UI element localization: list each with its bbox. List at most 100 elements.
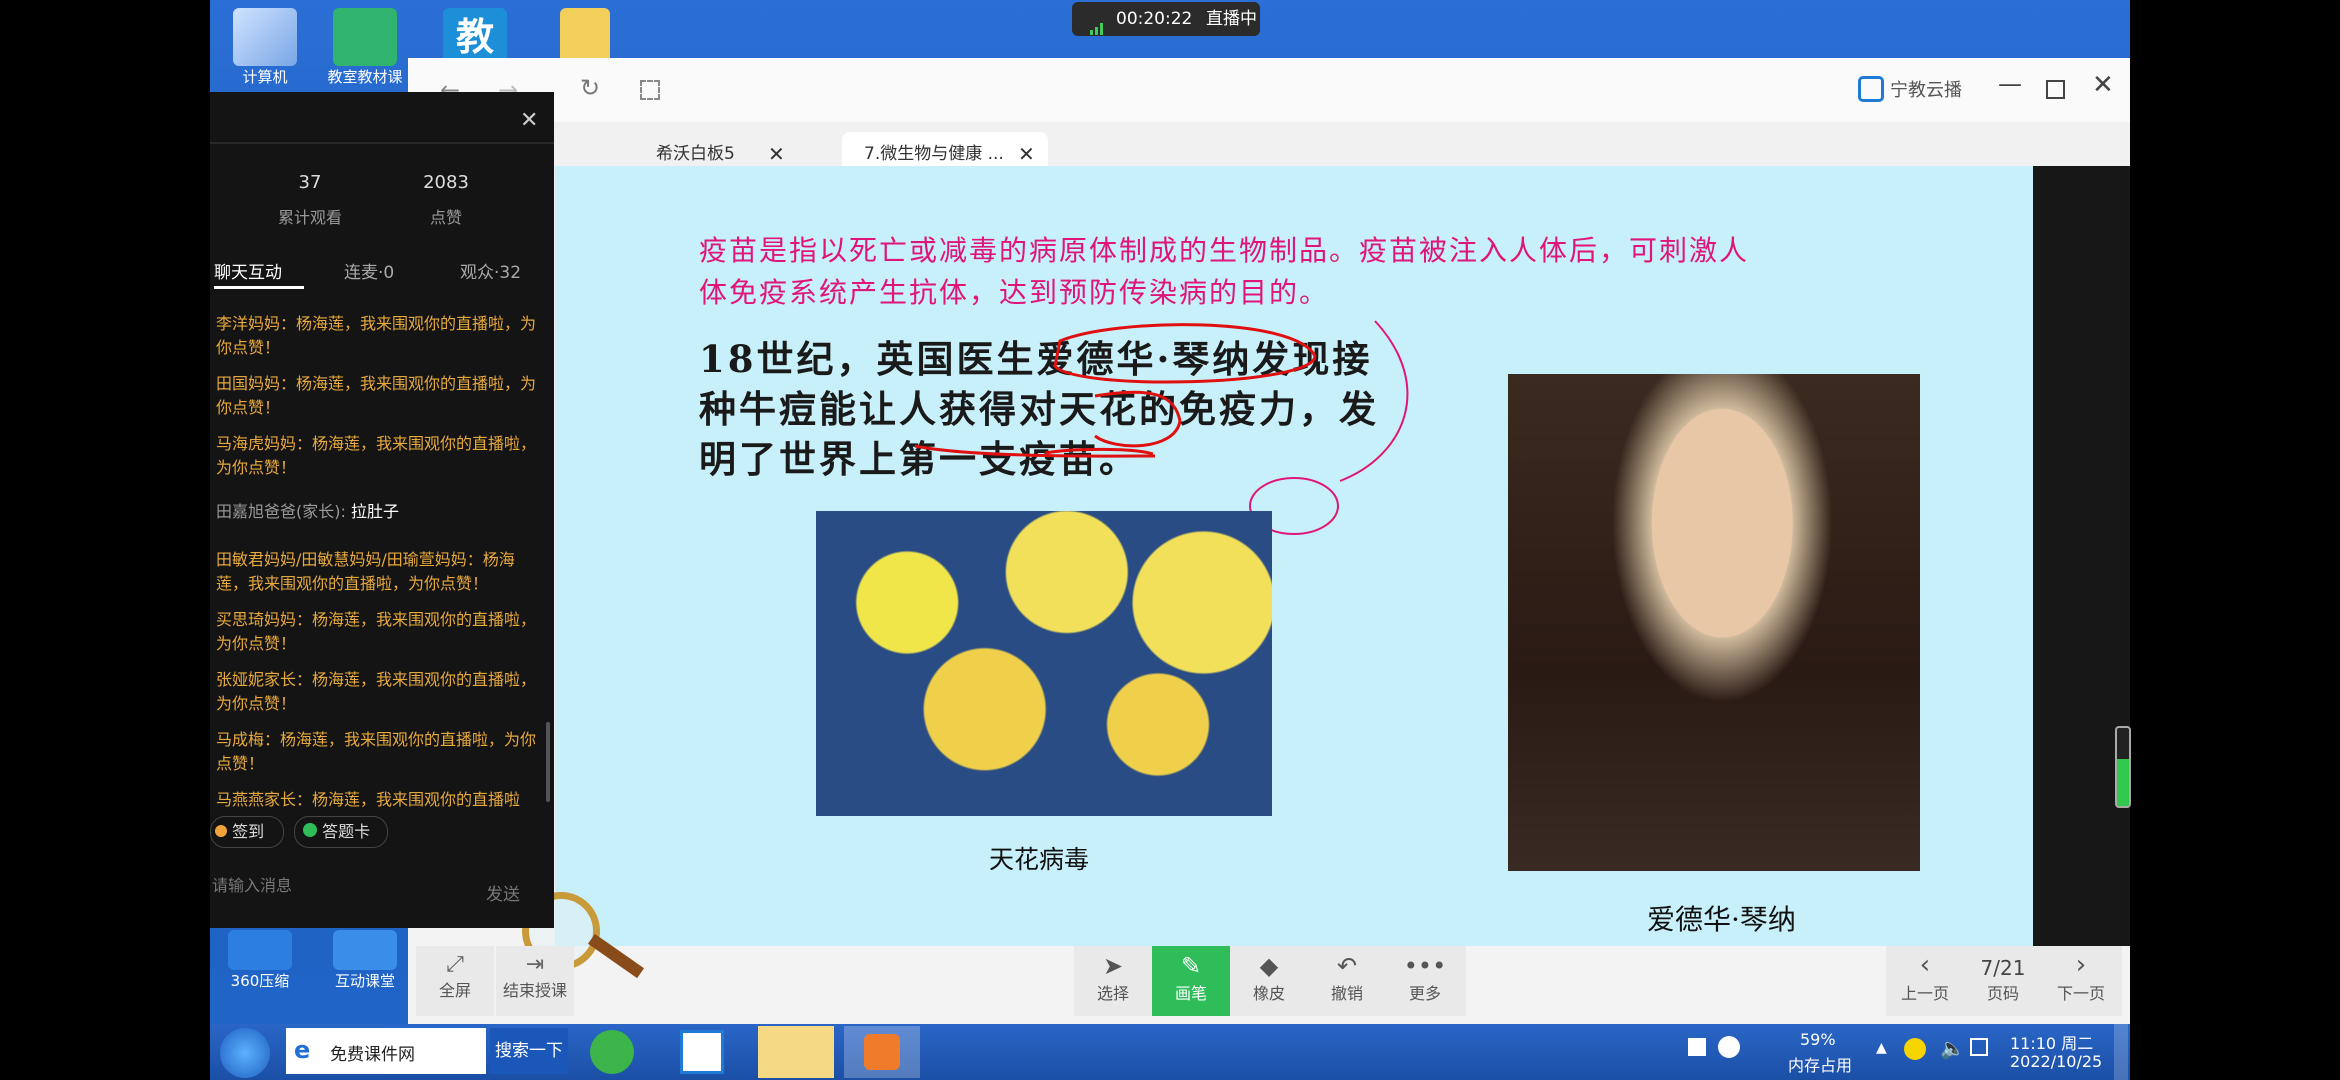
prev-page-button[interactable]: ‹ 上一页 — [1886, 946, 1964, 1016]
undo-button[interactable]: ↶ 撤销 — [1308, 946, 1386, 1016]
select-label: 选择 — [1096, 984, 1129, 1003]
live-app-icon — [864, 1034, 900, 1070]
clock-time[interactable]: 11:10 周二 — [2010, 1030, 2093, 1054]
chevron-left-icon: ‹ — [1919, 950, 1931, 980]
volume-meter — [2115, 726, 2131, 808]
edward-jenner-portrait — [1508, 374, 1920, 871]
active-tab-indicator — [214, 286, 304, 289]
end-class-label: 结束授课 — [502, 981, 567, 1000]
taskbar-app-360-icon[interactable] — [590, 1030, 634, 1074]
tab-audience[interactable]: 观众·32 — [460, 258, 521, 283]
more-button[interactable]: ••• 更多 — [1386, 946, 1464, 1016]
select-tool-button[interactable]: ➤ 选择 — [1074, 946, 1152, 1016]
taskbar-search-label: 免费课件网 — [330, 1045, 415, 1065]
end-class-button[interactable]: ⇥ 结束授课 — [496, 946, 574, 1016]
taskbar-app-class-icon[interactable] — [758, 1026, 834, 1078]
volume-icon[interactable]: 🔈 — [1940, 1036, 1965, 1060]
chat-text: 拉肚子 — [350, 502, 399, 521]
minimize-icon[interactable]: — — [1998, 70, 2022, 98]
signin-icon — [215, 825, 227, 837]
chat-message: 马海虎妈妈：杨海莲，我来围观你的直播啦，为你点赞！ — [216, 434, 537, 477]
likes-count: 2083 — [423, 172, 469, 193]
desktop-icon-teaching[interactable]: 教室教材课 — [320, 8, 410, 87]
computer-icon — [233, 8, 297, 66]
chat-message: 田国妈妈：杨海莲，我来围观你的直播啦，为你点赞！ — [216, 374, 537, 417]
desktop-icon-360zip[interactable]: 360压缩 — [215, 930, 305, 991]
desktop-icon-label: 360压缩 — [230, 972, 290, 990]
addon-tray-icon[interactable] — [1904, 1038, 1926, 1060]
desktop-icon-interactive-class[interactable]: 互动课堂 — [320, 930, 410, 991]
more-icon: ••• — [1403, 952, 1447, 980]
live-status: 直播中 — [1206, 9, 1257, 29]
show-desktop-button[interactable] — [2114, 1024, 2128, 1080]
desktop-icon-label: 互动课堂 — [334, 972, 395, 990]
clock-date[interactable]: 2022/10/25 — [2010, 1052, 2102, 1071]
live-interaction-panel: ✕ 37 累计观看 2083 点赞 聊天互动 连麦·0 观众·32 李洋妈妈：杨… — [210, 92, 554, 928]
chat-message: 马成梅：杨海莲，我来围观你的直播啦，为你点赞！ — [216, 730, 537, 773]
brand-icon — [1858, 76, 1884, 102]
reload-icon[interactable]: ↻ — [580, 74, 600, 102]
desktop-icon-label: 教室教材课 — [327, 68, 403, 86]
book-icon — [333, 8, 397, 66]
undo-label: 撤销 — [1330, 984, 1363, 1003]
chat-message: 买思琦妈妈：杨海莲，我来围观你的直播啦，为你点赞！ — [216, 610, 537, 653]
chat-scrollbar[interactable] — [546, 722, 550, 802]
taskbar-app-easinote-icon[interactable] — [680, 1030, 724, 1074]
start-button[interactable] — [220, 1028, 270, 1078]
tab-mic-link[interactable]: 连麦·0 — [344, 258, 394, 283]
chat-sender: 田嘉旭爸爸(家长): — [216, 502, 351, 521]
answer-card-icon — [303, 823, 317, 837]
pen-tool-button[interactable]: ✎ 画笔 — [1152, 946, 1230, 1016]
more-label: 更多 — [1408, 984, 1441, 1003]
fullscreen-icon[interactable] — [640, 80, 660, 100]
eraser-tool-button[interactable]: ◆ 橡皮 — [1230, 946, 1308, 1016]
panel-divider — [210, 142, 554, 144]
fullscreen-label: 全屏 — [438, 981, 471, 1000]
maximize-icon[interactable] — [2046, 80, 2065, 99]
signin-button[interactable]: 签到 — [210, 816, 284, 848]
live-status-bar: 00:20:22 直播中 — [1072, 2, 1260, 36]
close-icon[interactable]: ✕ — [2092, 70, 2114, 100]
search-button[interactable]: 搜索一下 — [490, 1028, 568, 1074]
message-input[interactable]: 请输入消息 发送 — [210, 872, 550, 922]
memory-percent: 59% — [1800, 1030, 1836, 1049]
page-number: 7/21 — [1980, 956, 2026, 980]
page-label: 页码 — [1986, 984, 2019, 1003]
expand-icon: ⤢ — [446, 952, 464, 977]
next-page-button[interactable]: › 下一页 — [2042, 946, 2120, 1016]
tab-chat[interactable]: 聊天互动 — [214, 258, 282, 283]
answer-card-button[interactable]: 答题卡 — [294, 816, 388, 848]
fullscreen-button[interactable]: ⤢ 全屏 — [416, 946, 494, 1016]
chat-message: 田嘉旭爸爸(家长): 拉肚子 — [216, 500, 546, 524]
signal-icon — [1090, 13, 1104, 35]
show-hidden-icon[interactable]: ▲ — [1876, 1040, 1887, 1056]
checkbox-tray-icon[interactable] — [1688, 1038, 1706, 1056]
portrait-caption: 爱德华·琴纳 — [1647, 903, 1796, 936]
prev-page-label: 上一页 — [1900, 984, 1949, 1003]
exit-icon: ⇥ — [525, 952, 545, 977]
network-icon[interactable] — [1970, 1038, 1988, 1056]
live-timer: 00:20:22 — [1116, 9, 1193, 29]
pen-icon: ✎ — [1180, 952, 1202, 980]
chevron-right-icon: › — [2075, 950, 2087, 980]
panel-close-icon[interactable]: ✕ — [520, 108, 538, 133]
memory-label: 内存占用 — [1788, 1056, 1853, 1075]
pen-label: 画笔 — [1174, 984, 1207, 1003]
answer-card-label: 答题卡 — [322, 822, 371, 841]
brand-name: 宁教云播 — [1890, 80, 1962, 101]
send-button[interactable]: 发送 — [486, 880, 520, 905]
help-tray-icon[interactable] — [1718, 1036, 1740, 1058]
undo-icon: ↶ — [1336, 952, 1358, 980]
taskbar-search-box[interactable]: e 免费课件网 — [286, 1028, 486, 1074]
slide-canvas[interactable]: 疫苗是指以死亡或减毒的病原体制成的生物制品。疫苗被注入人体后，可刺激人体免疫系统… — [555, 166, 2033, 946]
likes-label: 点赞 — [429, 208, 462, 227]
next-page-label: 下一页 — [2056, 984, 2105, 1003]
virus-caption: 天花病毒 — [989, 845, 1090, 874]
tab-label: 7.微生物与健康 ... — [864, 144, 1004, 164]
views-label: 累计观看 — [277, 208, 342, 227]
signin-label: 签到 — [232, 822, 265, 841]
page-indicator[interactable]: 7/21 页码 — [1964, 946, 2042, 1016]
chat-message: 马燕燕家长：杨海莲，我来围观你的直播啦 — [216, 790, 521, 809]
desktop-icon-computer[interactable]: 计算机 — [220, 8, 310, 87]
taskbar-app-live-icon[interactable] — [844, 1026, 920, 1078]
